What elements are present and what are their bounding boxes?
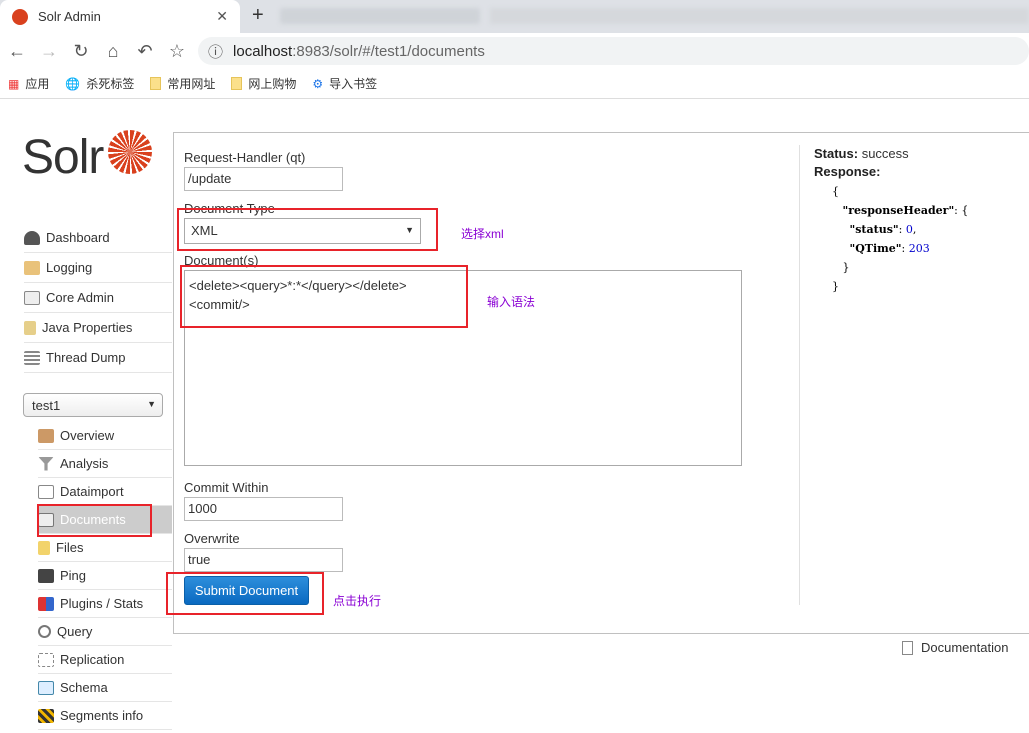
star-icon[interactable]: ☆ (162, 41, 192, 62)
folder-icon (150, 77, 162, 90)
sidebar-item-thread-dump[interactable]: Thread Dump (24, 343, 172, 373)
sidebar-item-dashboard[interactable]: Dashboard (24, 223, 172, 253)
solr-favicon-icon (12, 8, 28, 25)
tab-solr-admin[interactable]: Solr Admin ✕ (0, 0, 240, 33)
sidebar-item-java-properties[interactable]: Java Properties (24, 313, 172, 343)
funnel-icon (38, 456, 54, 471)
dashboard-icon (24, 230, 40, 245)
core-item-plugins[interactable]: Plugins / Stats (38, 590, 172, 618)
bookmark[interactable]: 常用网址 (150, 75, 215, 92)
logging-icon (24, 260, 40, 275)
home-icon (38, 428, 54, 443)
replication-icon (38, 652, 54, 667)
undo-icon[interactable]: ↶ (130, 41, 160, 62)
blurred-tab[interactable] (490, 8, 1029, 24)
schema-icon (38, 680, 54, 695)
handler-label: Request-Handler (qt) (184, 150, 306, 165)
request-handler-input[interactable]: /update (184, 167, 343, 191)
close-tab-icon[interactable]: ✕ (216, 8, 228, 25)
commit-label: Commit Within (184, 480, 269, 495)
address-bar[interactable]: ⓘ localhost:8983/solr/#/test1/documents (198, 37, 1029, 65)
highlight-doctype (177, 208, 438, 251)
bookmark[interactable]: 🌐 杀死标签 (65, 75, 134, 92)
core-item-replication[interactable]: Replication (38, 646, 172, 674)
folder-icon (231, 77, 243, 90)
sidebar-item-logging[interactable]: Logging (24, 253, 172, 283)
sidebar: Dashboard Logging Core Admin Java Proper… (24, 223, 172, 373)
status-value: success (861, 146, 909, 161)
core-item-query[interactable]: Query (38, 618, 172, 646)
globe-icon: 🌐 (65, 76, 81, 91)
info-icon: ⓘ (208, 43, 224, 61)
core-item-analysis[interactable]: Analysis (38, 450, 172, 478)
bookmarks-bar: ▦ 应用 🌐 杀死标签 常用网址 网上购物 ⚙ 导入书签 (0, 69, 1029, 99)
blurred-tab[interactable] (280, 8, 480, 24)
core-admin-icon (24, 290, 40, 305)
home-icon[interactable]: ⌂ (98, 41, 128, 62)
solr-sun-icon (108, 130, 152, 174)
files-icon (38, 540, 50, 555)
segments-icon (38, 708, 54, 723)
thread-dump-icon (24, 350, 40, 365)
core-item-dataimport[interactable]: Dataimport (38, 478, 172, 506)
overwrite-label: Overwrite (184, 531, 240, 546)
commit-within-input[interactable]: 1000 (184, 497, 343, 521)
documentation-link[interactable]: Documentation (902, 640, 1008, 655)
core-selector[interactable]: test1 ▼ (23, 393, 163, 417)
magnifier-icon (38, 625, 51, 638)
highlight-documents (37, 504, 152, 537)
chevron-down-icon: ▼ (147, 399, 156, 409)
highlight-documents-input (180, 265, 468, 328)
new-tab-button[interactable]: + (252, 4, 264, 27)
dataimport-icon (38, 484, 54, 499)
bookmark-apps[interactable]: ▦ 应用 (8, 75, 49, 92)
annotation-click: 点击执行 (333, 594, 382, 608)
gear-icon: ⚙ (312, 76, 324, 91)
annotation-input: 输入语法 (487, 295, 536, 309)
annotation-select: 选择xml (461, 227, 504, 241)
java-icon (24, 320, 36, 335)
overwrite-input[interactable]: true (184, 548, 343, 572)
sidebar-item-core-admin[interactable]: Core Admin (24, 283, 172, 313)
browser-toolbar: ← → ↻ ⌂ ↶ ☆ ⓘ localhost:8983/solr/#/test… (0, 33, 1029, 69)
divider (799, 145, 800, 605)
core-menu: Overview Analysis Dataimport Documents F… (38, 422, 172, 730)
response-json: { "responseHeader": { "status": 0, "QTim… (832, 185, 969, 293)
apps-icon: ▦ (8, 76, 20, 91)
tab-bar: Solr Admin ✕ + (0, 0, 1029, 33)
core-item-ping[interactable]: Ping (38, 562, 172, 590)
plugins-icon (38, 596, 54, 611)
ping-icon (38, 568, 54, 583)
core-item-files[interactable]: Files (38, 534, 172, 562)
core-item-segments[interactable]: Segments info (38, 702, 172, 730)
bookmark[interactable]: ⚙ 导入书签 (312, 75, 377, 92)
core-item-schema[interactable]: Schema (38, 674, 172, 702)
response-panel: Status: success Response: (814, 146, 909, 179)
core-item-overview[interactable]: Overview (38, 422, 172, 450)
back-icon[interactable]: ← (2, 41, 32, 62)
document-icon (902, 640, 913, 655)
bookmark[interactable]: 网上购物 (231, 75, 296, 92)
reload-icon[interactable]: ↻ (66, 41, 96, 62)
forward-icon[interactable]: → (34, 41, 64, 62)
solr-logo[interactable]: Solr (22, 130, 104, 185)
highlight-submit (166, 572, 324, 615)
